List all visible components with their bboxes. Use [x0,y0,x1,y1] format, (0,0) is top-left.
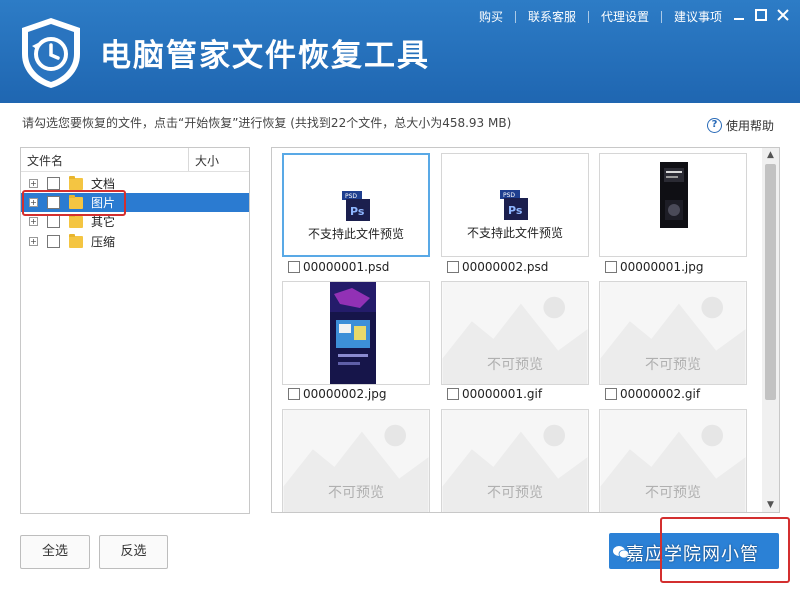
invert-selection-button[interactable]: 反选 [99,535,168,569]
checkbox[interactable] [447,388,459,400]
menu-contact-support[interactable]: 联系客服 [528,8,576,25]
menu-buy[interactable]: 购买 [479,8,503,25]
file-tile[interactable]: 不可预览 [599,409,747,512]
file-caption[interactable]: 00000002.jpg [288,387,386,401]
maximize-icon[interactable] [752,6,770,24]
app-title: 电脑管家文件恢复工具 [100,38,430,74]
expand-icon[interactable]: + [29,179,38,188]
menu-divider [587,10,589,23]
menu-divider [660,10,662,23]
vertical-scrollbar[interactable]: ▲ ▼ [762,148,779,512]
svg-text:Ps: Ps [508,204,523,217]
file-name: 00000002.psd [462,260,549,274]
no-preview-text: 不可预览 [645,485,701,501]
file-tile[interactable]: PSD Ps 不支持此文件预览 [282,153,430,257]
annotation-highlight-box [22,190,126,216]
tree-item-archives[interactable]: + 压缩 [21,232,249,251]
file-caption[interactable]: 00000001.gif [447,387,542,401]
preview-unsupported-text: 不支持此文件预览 [466,226,563,240]
select-all-button[interactable]: 全选 [20,535,90,569]
scan-summary: 请勾选您要恢复的文件，点击“开始恢复”进行恢复 (共找到22个文件，总大小为45… [22,116,512,130]
checkbox[interactable] [288,261,300,273]
file-tile[interactable]: 不可预览 [282,409,430,512]
file-name: 00000001.psd [303,260,390,274]
file-caption[interactable]: 00000001.jpg [605,260,703,274]
menu-proxy-settings[interactable]: 代理设置 [601,8,649,25]
file-name: 00000001.gif [462,387,543,401]
file-tile[interactable] [599,153,747,257]
help-link[interactable]: ? 使用帮助 [706,117,774,134]
shield-clock-logo [22,18,80,88]
svg-text:PSD: PSD [503,192,515,199]
no-preview-text: 不可预览 [487,485,543,501]
checkbox[interactable] [47,235,60,248]
file-name: 00000001.jpg [620,260,704,274]
preview-unsupported-text: 不支持此文件预览 [307,227,404,241]
file-name: 00000002.jpg [303,387,387,401]
file-tile[interactable]: 不可预览 [599,281,747,385]
checkbox[interactable] [288,388,300,400]
file-tile[interactable]: 不可预览 [441,281,589,385]
folder-icon [69,213,83,228]
help-label: 使用帮助 [725,119,774,133]
scroll-down-icon[interactable]: ▼ [762,498,779,512]
checkbox[interactable] [605,261,617,273]
file-caption[interactable]: 00000002.gif [605,387,700,401]
title-bar: 电脑管家文件恢复工具 购买 联系客服 代理设置 建议事项 [0,0,800,103]
scroll-up-icon[interactable]: ▲ [762,148,779,162]
close-icon[interactable] [774,6,792,24]
tree-item-label: 压缩 [91,235,116,249]
checkbox[interactable] [447,261,459,273]
annotation-highlight-box [660,517,790,583]
column-header-name[interactable]: 文件名 [21,148,189,171]
file-caption[interactable]: 00000001.psd [288,260,389,274]
file-tile[interactable] [282,281,430,385]
scrollbar-thumb[interactable] [765,164,776,400]
column-header-size[interactable]: 大小 [189,148,225,171]
no-preview-text: 不可预览 [645,357,701,373]
help-icon: ? [706,118,722,133]
file-tile[interactable]: PSD Ps 不支持此文件预览 [441,153,589,257]
window-controls [730,6,792,24]
checkbox[interactable] [47,177,60,190]
minimize-icon[interactable] [730,6,748,24]
file-tile[interactable]: 不可预览 [441,409,589,512]
no-preview-text: 不可预览 [487,357,543,373]
svg-text:Ps: Ps [350,205,365,218]
checkbox[interactable] [605,388,617,400]
menu-suggestions[interactable]: 建议事项 [674,8,722,25]
file-preview-grid: PSD Ps 不支持此文件预览 00000001.psd PSD Ps 不支持此… [271,147,780,513]
no-preview-text: 不可预览 [328,485,384,501]
file-caption[interactable]: 00000002.psd [447,260,548,274]
folder-icon [69,175,83,190]
menu-divider [514,10,516,23]
folder-icon [69,233,83,248]
top-menu: 购买 联系客服 代理设置 建议事项 [479,8,722,25]
photoshop-file-icon: PSD Ps [342,191,370,221]
svg-text:PSD: PSD [345,193,357,200]
expand-icon[interactable]: + [29,217,38,226]
photoshop-file-icon: PSD Ps [500,190,528,220]
checkbox[interactable] [47,215,60,228]
image-thumbnail [330,282,376,384]
tree-header: 文件名 大小 [21,148,249,172]
expand-icon[interactable]: + [29,237,38,246]
file-name: 00000002.gif [620,387,701,401]
image-thumbnail [660,162,688,228]
